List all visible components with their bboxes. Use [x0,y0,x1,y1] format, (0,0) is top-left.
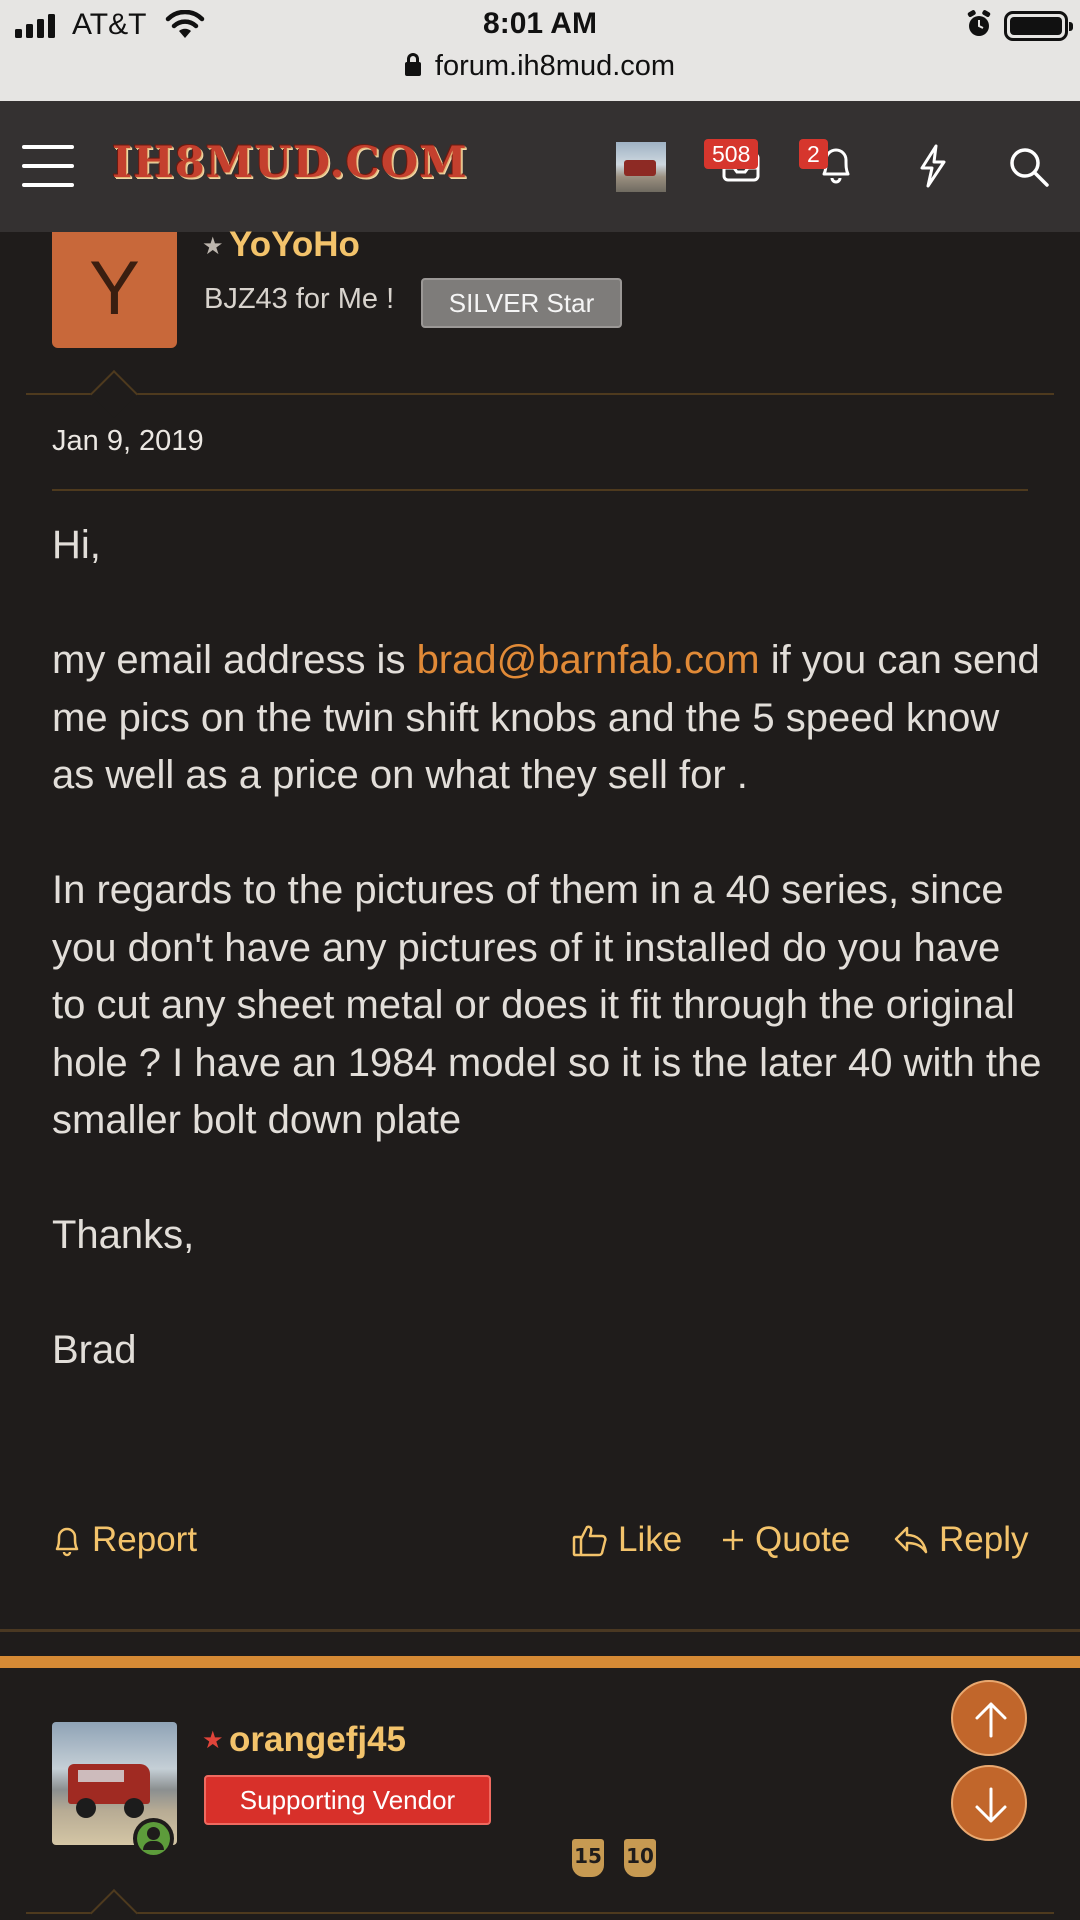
post-greeting: Hi, [52,523,101,567]
arrow-pointer [89,369,139,419]
quote-label: Quote [755,1520,851,1559]
thumbs-up-icon [572,1525,607,1557]
divider [26,1912,1054,1914]
lightning-icon[interactable] [918,144,948,188]
email-link[interactable]: brad@barnfab.com [417,638,760,682]
post-separator [0,1629,1080,1632]
reply-button[interactable]: Reply [893,1520,1028,1560]
post-signature: Brad [52,1328,137,1372]
post-paragraph: my email address is brad@barnfab.com if … [52,632,1042,805]
report-button[interactable]: Report [52,1520,197,1560]
star-icon: ★ [202,1727,224,1754]
hamburger-menu-icon[interactable] [22,145,74,187]
post-separator-accent [0,1656,1080,1668]
post-text: my email address is [52,638,417,682]
trophy-icon[interactable]: 10 [624,1839,656,1877]
user-avatar[interactable] [616,142,666,192]
avatar[interactable]: Y [52,232,177,348]
post-body: Hi, my email address is brad@barnfab.com… [52,517,1042,1437]
report-label: Report [92,1520,198,1559]
divider [52,489,1028,491]
search-icon[interactable] [1008,146,1050,188]
lock-icon [404,53,421,76]
arrow-up-icon [975,1702,1007,1738]
scroll-to-top-button[interactable] [951,1680,1027,1756]
battery-icon [1004,11,1073,41]
user-title: BJZ43 for Me ! [204,283,395,315]
like-button[interactable]: Like [572,1520,682,1560]
scroll-to-bottom-button[interactable] [951,1765,1027,1841]
alerts-count-badge: 2 [799,139,828,169]
arrow-pointer [89,1888,139,1920]
arrow-down-icon [975,1787,1007,1823]
inbox-count-badge: 508 [704,139,759,169]
online-status-icon [133,1818,174,1859]
quote-button[interactable]: Quote [721,1520,850,1560]
username[interactable]: orangefj45 [229,1720,406,1760]
site-logo[interactable]: IH8MUD.COM [112,138,468,188]
reply-label: Reply [939,1520,1029,1559]
post-date[interactable]: Jan 9, 2019 [52,425,204,458]
divider [26,393,1054,395]
user-badge: Supporting Vendor [204,1775,491,1825]
plus-icon [723,1530,743,1550]
username[interactable]: YoYoHo [229,225,360,265]
post-paragraph: In regards to the pictures of them in a … [52,868,1042,1142]
url-text: forum.ih8mud.com [434,50,676,82]
star-icon: ★ [202,233,224,260]
trophy-icon[interactable]: 15 [572,1839,604,1877]
status-bar: AT&T 8:01 AM forum.ih8mud.com [0,0,1080,101]
reply-icon [894,1526,928,1554]
page: AT&T 8:01 AM forum.ih8mud.com IH8MUD.COM… [0,0,1080,1920]
clock-time: 8:01 AM [483,7,597,40]
post-thanks: Thanks, [52,1213,195,1257]
alarm-icon [967,10,991,36]
bell-icon [55,1527,79,1557]
address-bar[interactable]: forum.ih8mud.com [0,50,1080,83]
like-label: Like [618,1520,683,1559]
user-badge: SILVER Star [421,278,622,328]
